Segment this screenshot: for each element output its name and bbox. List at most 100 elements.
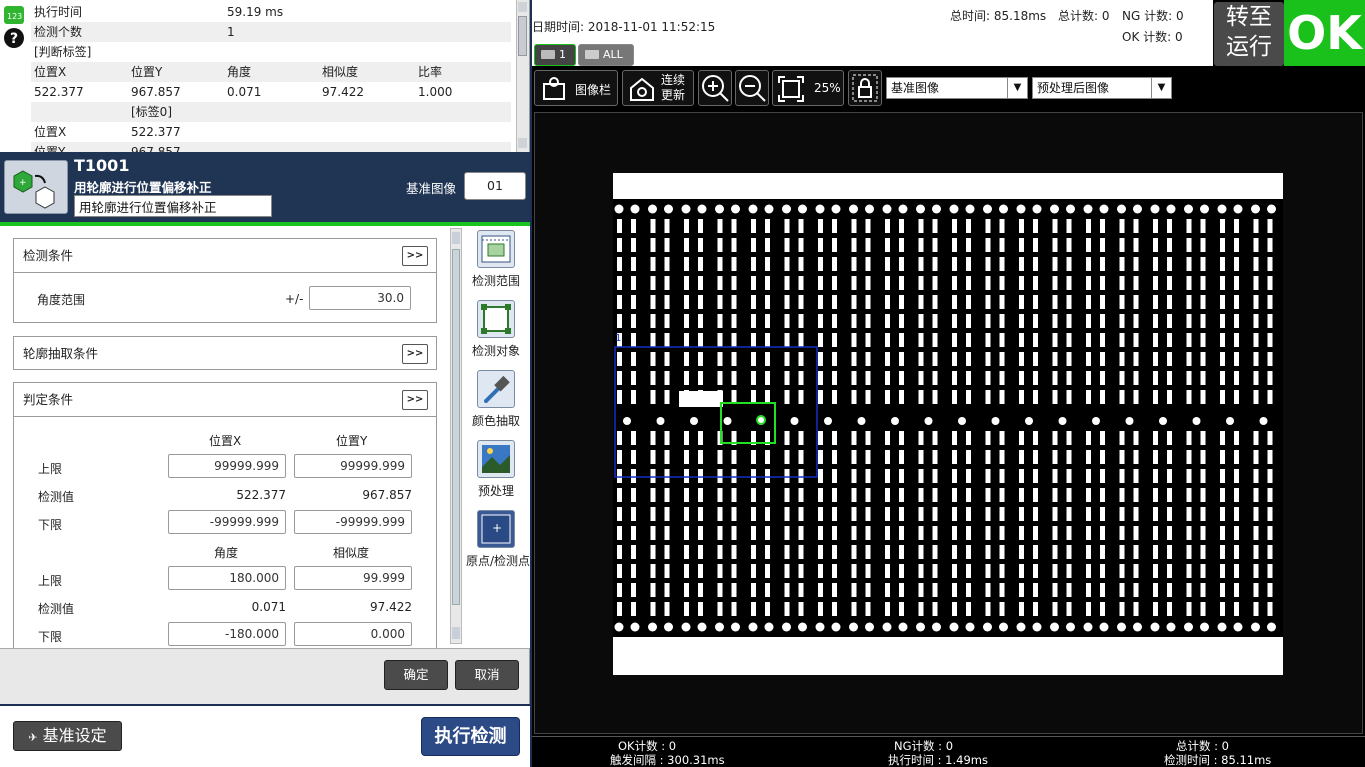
dialog-footer: 确定 取消 — [0, 648, 530, 704]
result-cell: [标签0] — [131, 105, 172, 119]
col-position-y: 位置Y — [336, 434, 368, 448]
svg-text:123: 123 — [7, 12, 22, 21]
angle-lower-input[interactable]: -180.000 — [168, 622, 286, 646]
confirm-button[interactable]: 确定 — [384, 660, 448, 690]
run-detection-button[interactable]: 执行检测 — [421, 717, 520, 756]
result-cell: 522.377 — [34, 85, 84, 99]
detection-target-label: 检测对象 — [471, 344, 520, 358]
base-image-select[interactable]: 基准图像 ▼ — [886, 77, 1028, 99]
color-extract-tool[interactable]: 颜色抽取 — [466, 370, 526, 429]
tool-id: T1001 — [74, 156, 130, 175]
scroll-thumb[interactable] — [452, 249, 460, 605]
baseline-icon: ✈ — [28, 731, 38, 744]
angle-range-prefix: +/- — [285, 292, 304, 306]
result-table-panel: 123 ? 执行时间 59.19 ms 检测个数 1 [判断标签] 位置X 位置Y 角度 相似度… — [0, 0, 530, 152]
zoom-out-button[interactable] — [735, 70, 769, 106]
scroll-down-arrow[interactable] — [452, 627, 460, 639]
similarity-lower-input[interactable]: 0.000 — [294, 622, 412, 646]
tool-name-input[interactable]: 用轮廓进行位置偏移补正 — [74, 195, 272, 217]
pos-x-lower-input[interactable]: -99999.999 — [168, 510, 286, 534]
cancel-button[interactable]: 取消 — [455, 660, 519, 690]
result-cell: 1 — [227, 25, 235, 39]
detection-range-label: 检测范围 — [471, 274, 520, 288]
similarity-upper-input[interactable]: 99.999 — [294, 566, 412, 590]
search-region-label: 1 — [615, 333, 621, 344]
svg-text:+: + — [19, 178, 27, 188]
detect-condition-expand-button[interactable]: >> — [402, 246, 428, 266]
tool-header: + T1001 用轮廓进行位置偏移补正 用轮廓进行位置偏移补正 基准图像 01 — [0, 152, 530, 222]
baseline-setting-label: 基准设定 — [42, 726, 107, 745]
pos-y-upper-input[interactable]: 99999.999 — [294, 454, 412, 478]
chevron-down-icon: ▼ — [1007, 78, 1027, 98]
judge-condition-section: 判定条件 >> 位置X 位置Y 上限 99999.999 99999.999 检… — [13, 382, 437, 648]
camera-tab-all[interactable]: ALL — [578, 44, 634, 66]
upper-limit-label: 上限 — [38, 462, 63, 476]
processed-image-select[interactable]: 预处理后图像 ▼ — [1032, 77, 1172, 99]
preprocess-label: 预处理 — [477, 484, 514, 498]
origin-point-tool[interactable]: + 原点/检测点 — [466, 510, 531, 569]
result-cell: 967.857 — [131, 145, 181, 152]
detection-target-tool[interactable]: 检测对象 — [466, 300, 526, 359]
origin-point-label: 原点/检测点 — [466, 554, 531, 568]
result-scrollbar[interactable] — [516, 0, 529, 152]
upper-limit-label-2: 上限 — [38, 574, 63, 588]
contour-condition-expand-button[interactable]: >> — [402, 344, 428, 364]
zoom-out-icon — [739, 75, 766, 102]
zoom-in-button[interactable] — [698, 70, 732, 106]
fit-view-icon — [778, 76, 804, 102]
side-tool-column: 检测范围 检测对象 颜色抽取 预处理 + 原点/检测点 — [466, 228, 531, 648]
preprocess-tool[interactable]: 预处理 — [466, 440, 526, 499]
fit-view-button[interactable]: 25% — [772, 70, 844, 106]
settings-scrollbar[interactable] — [450, 228, 462, 644]
pos-y-measured: 967.857 — [362, 488, 412, 502]
zoom-in-icon — [702, 75, 729, 102]
detection-range-tool[interactable]: 检测范围 — [466, 230, 526, 289]
angle-upper-input[interactable]: 180.000 — [168, 566, 286, 590]
image-bar-button[interactable]: 图像栏 — [534, 70, 618, 106]
camera-tab-1[interactable]: 1 — [534, 44, 576, 66]
judge-condition-title: 判定条件 — [23, 392, 74, 407]
scroll-down-arrow[interactable] — [518, 138, 527, 148]
detection-target-icon — [477, 300, 515, 338]
scroll-up-arrow[interactable] — [518, 2, 527, 12]
contour-condition-title: 轮廓抽取条件 — [23, 346, 99, 361]
scroll-thumb[interactable] — [518, 16, 527, 56]
col-angle: 角度 — [214, 546, 239, 560]
col-position-x: 位置X — [209, 434, 242, 448]
result-cell: 相似度 — [322, 65, 359, 79]
detection-range-icon — [477, 230, 515, 268]
angle-range-input[interactable]: 30.0 — [309, 286, 411, 310]
pos-y-lower-input[interactable]: -99999.999 — [294, 510, 412, 534]
similarity-measured: 97.422 — [370, 600, 412, 614]
result-cell: 位置Y — [34, 145, 66, 152]
detect-condition-section: 检测条件 >> 角度范围 +/- 30.0 — [13, 238, 437, 323]
baseline-setting-button[interactable]: ✈ 基准设定 — [13, 721, 122, 751]
detect-condition-header[interactable]: 检测条件 >> — [14, 239, 436, 273]
result-cell: 执行时间 — [34, 5, 83, 19]
ok-count-text: OK 计数: 0 — [1122, 30, 1183, 44]
pos-x-upper-input[interactable]: 99999.999 — [168, 454, 286, 478]
datetime-text: 日期时间: 2018-11-01 11:52:15 — [532, 20, 716, 34]
pos-x-measured: 522.377 — [236, 488, 286, 502]
continuous-update-button[interactable]: 连续 更新 — [622, 70, 694, 106]
board-strip — [613, 199, 1283, 637]
lock-view-button[interactable] — [848, 70, 882, 106]
switch-to-run-button[interactable]: 转至 运行 — [1214, 2, 1284, 66]
lock-icon — [852, 74, 878, 102]
image-viewport[interactable]: 1 — [534, 112, 1363, 734]
result-cell: 967.857 — [131, 85, 181, 99]
judge-condition-expand-button[interactable]: >> — [402, 390, 428, 410]
reference-image-button[interactable]: 01 — [464, 172, 526, 200]
tool-name: 用轮廓进行位置偏移补正 — [74, 180, 212, 195]
scroll-up-arrow[interactable] — [452, 232, 460, 244]
judge-condition-header[interactable]: 判定条件 >> — [14, 383, 436, 417]
status-detect-time: 检测时间 : 85.11ms — [1164, 753, 1272, 767]
info-bar: 日期时间: 2018-11-01 11:52:15 总时间: 85.18ms 总… — [532, 0, 1213, 66]
origin-point-icon: + — [477, 510, 515, 548]
judgement-ok-badge: OK — [1284, 0, 1365, 66]
eyedropper-icon — [477, 370, 515, 408]
status-exec-time: 执行时间 : 1.49ms — [888, 753, 988, 767]
zoom-level: 25% — [814, 81, 841, 95]
contour-condition-header[interactable]: 轮廓抽取条件 >> — [14, 337, 436, 371]
result-row: 位置Y 967.857 — [31, 142, 511, 152]
